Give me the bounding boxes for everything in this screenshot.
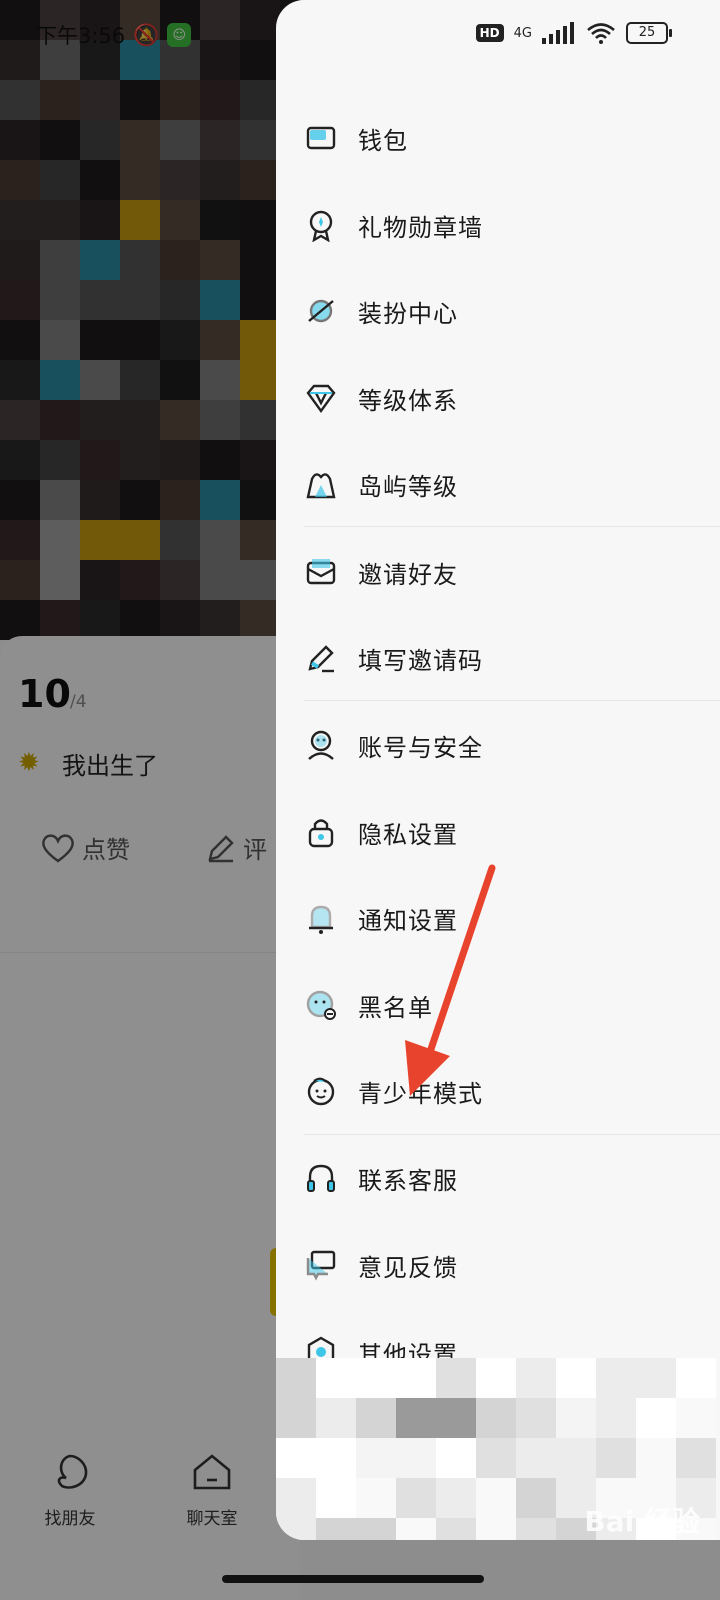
watermark: Bai 经验 bbox=[584, 1505, 700, 1538]
annotation-arrow bbox=[405, 864, 496, 1096]
home-indicator[interactable] bbox=[222, 1575, 484, 1583]
